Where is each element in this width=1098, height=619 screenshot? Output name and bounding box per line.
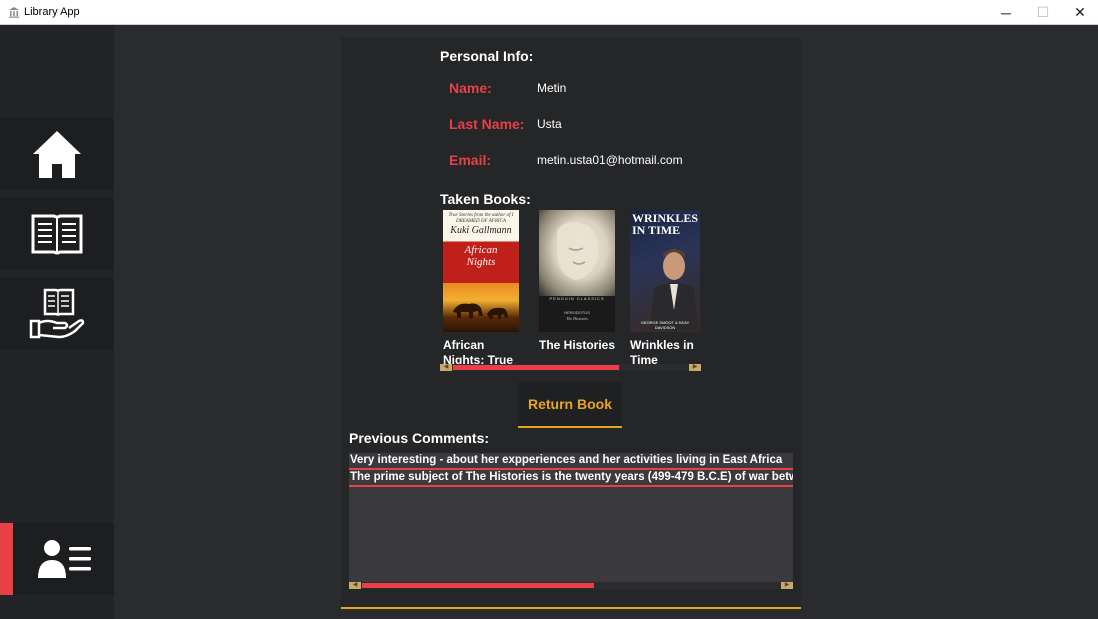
cover-publisher: PENGUIN CLASSICS — [549, 296, 605, 301]
scrollbar-thumb[interactable] — [453, 365, 619, 370]
return-book-button[interactable]: Return Book — [518, 382, 622, 428]
email-value: metin.usta01@hotmail.com — [537, 153, 683, 167]
scroll-right-icon[interactable]: ▶ — [781, 582, 793, 589]
user-list-icon — [38, 540, 91, 578]
library-icon — [9, 7, 19, 18]
active-indicator — [0, 523, 13, 595]
sidebar — [0, 25, 114, 619]
name-label: Name: — [449, 80, 492, 96]
taken-books-heading: Taken Books: — [440, 191, 531, 207]
book-card[interactable]: True Stories from the author of I DREAME… — [443, 210, 523, 368]
window-title: Library App — [24, 6, 80, 18]
comments-scrollbar[interactable]: ◀ ▶ — [349, 582, 793, 589]
cover-title: African Nights — [464, 244, 498, 268]
open-book-icon — [31, 214, 83, 255]
list-item: Very interesting - about her expperience… — [349, 453, 793, 470]
scroll-left-icon[interactable]: ◀ — [440, 364, 452, 371]
previous-comments-heading: Previous Comments: — [349, 430, 490, 446]
list-item: The prime subject of The Histories is th… — [349, 470, 793, 487]
sidebar-item-books[interactable] — [0, 198, 114, 270]
name-value: Metin — [537, 81, 567, 95]
home-icon — [33, 131, 81, 178]
sidebar-item-home[interactable] — [0, 118, 114, 190]
book-cover: True Stories from the author of I DREAME… — [443, 210, 519, 332]
scroll-right-icon[interactable]: ▶ — [689, 364, 701, 371]
close-button[interactable]: ✕ — [1062, 0, 1098, 25]
cover-author: HERODOTUS — [564, 310, 590, 315]
minimize-button[interactable]: ─ — [988, 0, 1024, 25]
books-scrollbar[interactable]: ◀ ▶ — [440, 364, 701, 371]
portrait-icon — [650, 249, 698, 330]
cover-author: Kuki Gallmann — [450, 225, 512, 236]
scroll-left-icon[interactable]: ◀ — [349, 582, 361, 589]
profile-panel: Personal Info: Name: Metin Last Name: Us… — [341, 37, 801, 609]
book-card[interactable]: WRINKLES IN TIME GEORGE SMOOT & KEAY DAV… — [630, 210, 710, 368]
sidebar-item-borrow[interactable] — [0, 278, 114, 350]
lastname-label: Last Name: — [449, 116, 525, 132]
cover-title: WRINKLES IN TIME — [632, 211, 699, 237]
cover-tagline: True Stories from the author of I DREAME… — [448, 213, 514, 224]
cover-title: The Histories — [566, 316, 588, 321]
book-card[interactable]: PENGUIN CLASSICS HERODOTUS The Histories… — [539, 210, 619, 368]
lastname-value: Usta — [537, 117, 562, 131]
email-label: Email: — [449, 152, 492, 168]
cover-author: GEORGE SMOOT & KEAY DAVIDSON — [640, 320, 690, 330]
book-hand-icon — [29, 288, 85, 339]
book-cover: PENGUIN CLASSICS HERODOTUS The Histories — [539, 210, 615, 332]
scrollbar-thumb[interactable] — [362, 583, 594, 588]
personal-info-heading: Personal Info: — [440, 48, 534, 64]
sidebar-item-profile[interactable] — [0, 523, 114, 595]
elephant-silhouette-icon — [453, 303, 508, 319]
book-cover: WRINKLES IN TIME GEORGE SMOOT & KEAY DAV… — [630, 210, 700, 332]
maximize-button[interactable]: ☐ — [1025, 0, 1061, 25]
sculpture-head-icon — [557, 221, 598, 280]
comments-list[interactable]: Very interesting - about her expperience… — [349, 453, 793, 582]
title-bar: Library App ─ ☐ ✕ — [0, 0, 1098, 25]
